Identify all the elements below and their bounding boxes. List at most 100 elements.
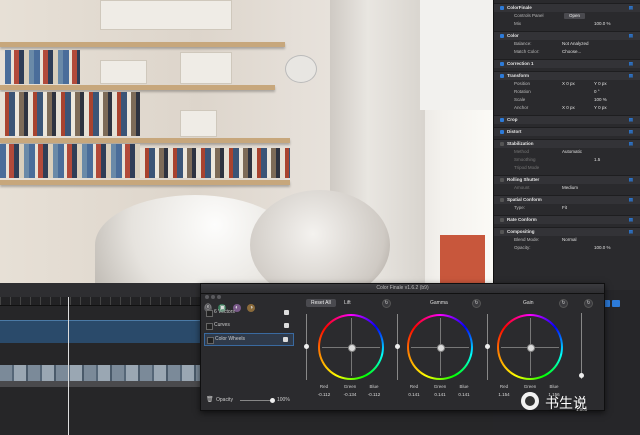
enable-checkbox[interactable] (500, 5, 504, 10)
visibility-icon[interactable] (284, 310, 289, 315)
effect-menu-icon[interactable]: ▤ (629, 140, 633, 148)
lift-puck[interactable] (348, 344, 356, 352)
layer-checkbox[interactable] (206, 310, 213, 317)
enable-checkbox[interactable] (500, 197, 504, 202)
parameter-value[interactable]: 100.0 % (594, 244, 611, 252)
inspector-parameter-row[interactable]: Rotation 0 ° (494, 88, 640, 96)
slider-knob[interactable] (395, 344, 400, 349)
inspector-parameter-row[interactable]: Smoothing 1.5 (494, 156, 640, 164)
parameter-value[interactable]: Medium (562, 184, 578, 192)
parameter-value[interactable]: Y 0 px (594, 104, 607, 112)
parameter-value[interactable]: Fit (562, 204, 567, 212)
timeline-clip[interactable] (0, 320, 200, 343)
inspector-parameter-row[interactable]: Opacity: 100.0 % (494, 244, 640, 252)
inspector-section-header[interactable]: Transform ▤ (494, 71, 640, 80)
open-button[interactable]: Open (564, 13, 586, 19)
inspector-parameter-row[interactable]: Method Automatic (494, 148, 640, 156)
effect-menu-icon[interactable]: ▤ (629, 196, 633, 204)
gamma-puck[interactable] (437, 344, 445, 352)
enable-checkbox[interactable] (500, 33, 504, 38)
enable-checkbox[interactable] (500, 229, 504, 234)
timeline-audio[interactable] (0, 381, 200, 387)
enable-checkbox[interactable] (500, 141, 504, 146)
enable-checkbox[interactable] (500, 177, 504, 182)
inspector-parameter-row[interactable]: Controls Panel Open (494, 12, 640, 20)
parameter-value[interactable]: 100 % (594, 96, 607, 104)
inspector-parameter-row[interactable]: Scale 100 % (494, 96, 640, 104)
gain-puck[interactable] (527, 344, 535, 352)
effect-menu-icon[interactable]: ▤ (629, 216, 633, 224)
inspector-section-header[interactable]: Compositing ▤ (494, 227, 640, 236)
inspector-parameter-row[interactable]: Anchor X 0 px Y 0 px (494, 104, 640, 112)
trash-icon[interactable]: 🗑 (206, 396, 214, 405)
inspector-parameter-row[interactable]: Tripod Mode (494, 164, 640, 172)
inspector-parameter-row[interactable]: Match Color: Choose... (494, 48, 640, 56)
gain-reset-icon[interactable]: ↻ (559, 299, 568, 308)
gain-wheel[interactable] (497, 314, 563, 380)
opacity-slider-knob[interactable] (270, 398, 275, 403)
inspector-parameter-row[interactable]: Position X 0 px Y 0 px (494, 80, 640, 88)
effect-menu-icon[interactable]: ▤ (629, 72, 633, 80)
saturation-slider[interactable] (579, 313, 584, 379)
parameter-value[interactable]: Normal (562, 236, 577, 244)
gamma-reset-icon[interactable]: ↻ (472, 299, 481, 308)
lift-reset-icon[interactable]: ↻ (382, 299, 391, 308)
parameter-value[interactable]: X 0 px (562, 80, 575, 88)
inspector-parameter-row[interactable]: Blend Mode: Normal (494, 236, 640, 244)
parameter-value[interactable]: Automatic (562, 148, 582, 156)
enable-checkbox[interactable] (500, 73, 504, 78)
inspector-section-header[interactable]: Rate Conform ▤ (494, 215, 640, 224)
inspector-section-header[interactable]: Stabilization ▤ (494, 139, 640, 148)
inspector-parameter-row[interactable]: Balance: Not Analyzed (494, 40, 640, 48)
enable-checkbox[interactable] (500, 61, 504, 66)
inspector-parameter-row[interactable]: Amount Medium (494, 184, 640, 192)
inspector-section-header[interactable]: Rolling Shutter ▤ (494, 175, 640, 184)
slider-knob[interactable] (304, 344, 309, 349)
lift-red-value[interactable]: -0.112 (314, 392, 334, 397)
enable-checkbox[interactable] (500, 129, 504, 134)
gamma-green-value[interactable]: 0.141 (430, 392, 450, 397)
view-button-icon[interactable] (612, 300, 620, 307)
gamma-luma-slider[interactable] (395, 314, 400, 380)
effect-menu-icon[interactable]: ▤ (629, 32, 633, 40)
layer-checkbox[interactable] (206, 323, 213, 330)
opacity-slider[interactable] (240, 400, 274, 401)
visibility-icon[interactable] (283, 337, 288, 342)
inspector-section-header[interactable]: ColorFinale ▤ (494, 3, 640, 12)
video-viewer[interactable] (0, 0, 493, 283)
effect-menu-icon[interactable]: ▤ (629, 128, 633, 136)
gain-red-value[interactable]: 1.154 (494, 392, 514, 397)
playhead[interactable] (68, 297, 69, 435)
effect-menu-icon[interactable]: ▤ (629, 4, 633, 12)
lift-wheel[interactable] (318, 314, 384, 380)
inspector-section-header[interactable]: Distort ▤ (494, 127, 640, 136)
gamma-wheel[interactable] (407, 314, 473, 380)
inspector-section-header[interactable]: Crop ▤ (494, 115, 640, 124)
gain-luma-slider[interactable] (485, 314, 490, 380)
layer-checkbox[interactable] (207, 337, 214, 344)
inspector-section-header[interactable]: Spatial Conform ▤ (494, 195, 640, 204)
reset-all-button[interactable]: Reset All (306, 299, 336, 307)
lift-blue-value[interactable]: -0.112 (364, 392, 384, 397)
visibility-icon[interactable] (284, 323, 289, 328)
inspector-section-header[interactable]: Color ▤ (494, 31, 640, 40)
list-item-6-vectors[interactable]: 6 Vectors (204, 307, 294, 318)
slider-knob[interactable] (485, 344, 490, 349)
slider-knob[interactable] (579, 373, 584, 378)
parameter-value[interactable]: Not Analyzed (562, 40, 589, 48)
parameter-value[interactable]: 1.5 (594, 156, 600, 164)
lift-luma-slider[interactable] (304, 314, 309, 380)
effect-menu-icon[interactable]: ▤ (629, 60, 633, 68)
parameter-value[interactable]: Y 0 px (594, 80, 607, 88)
sat-reset-icon[interactable]: ↻ (584, 299, 593, 308)
parameter-value[interactable]: 100.0 % (594, 20, 611, 28)
timeline-filmstrip[interactable] (0, 365, 200, 381)
lift-green-value[interactable]: -0.134 (340, 392, 360, 397)
list-item-curves[interactable]: Curves (204, 320, 294, 331)
enable-checkbox[interactable] (500, 217, 504, 222)
list-item-color-wheels[interactable]: Color Wheels (204, 333, 294, 346)
gamma-blue-value[interactable]: 0.141 (454, 392, 474, 397)
effect-menu-icon[interactable]: ▤ (629, 116, 633, 124)
parameter-value[interactable]: 0 ° (594, 88, 600, 96)
inspector-parameter-row[interactable]: Type: Fit (494, 204, 640, 212)
